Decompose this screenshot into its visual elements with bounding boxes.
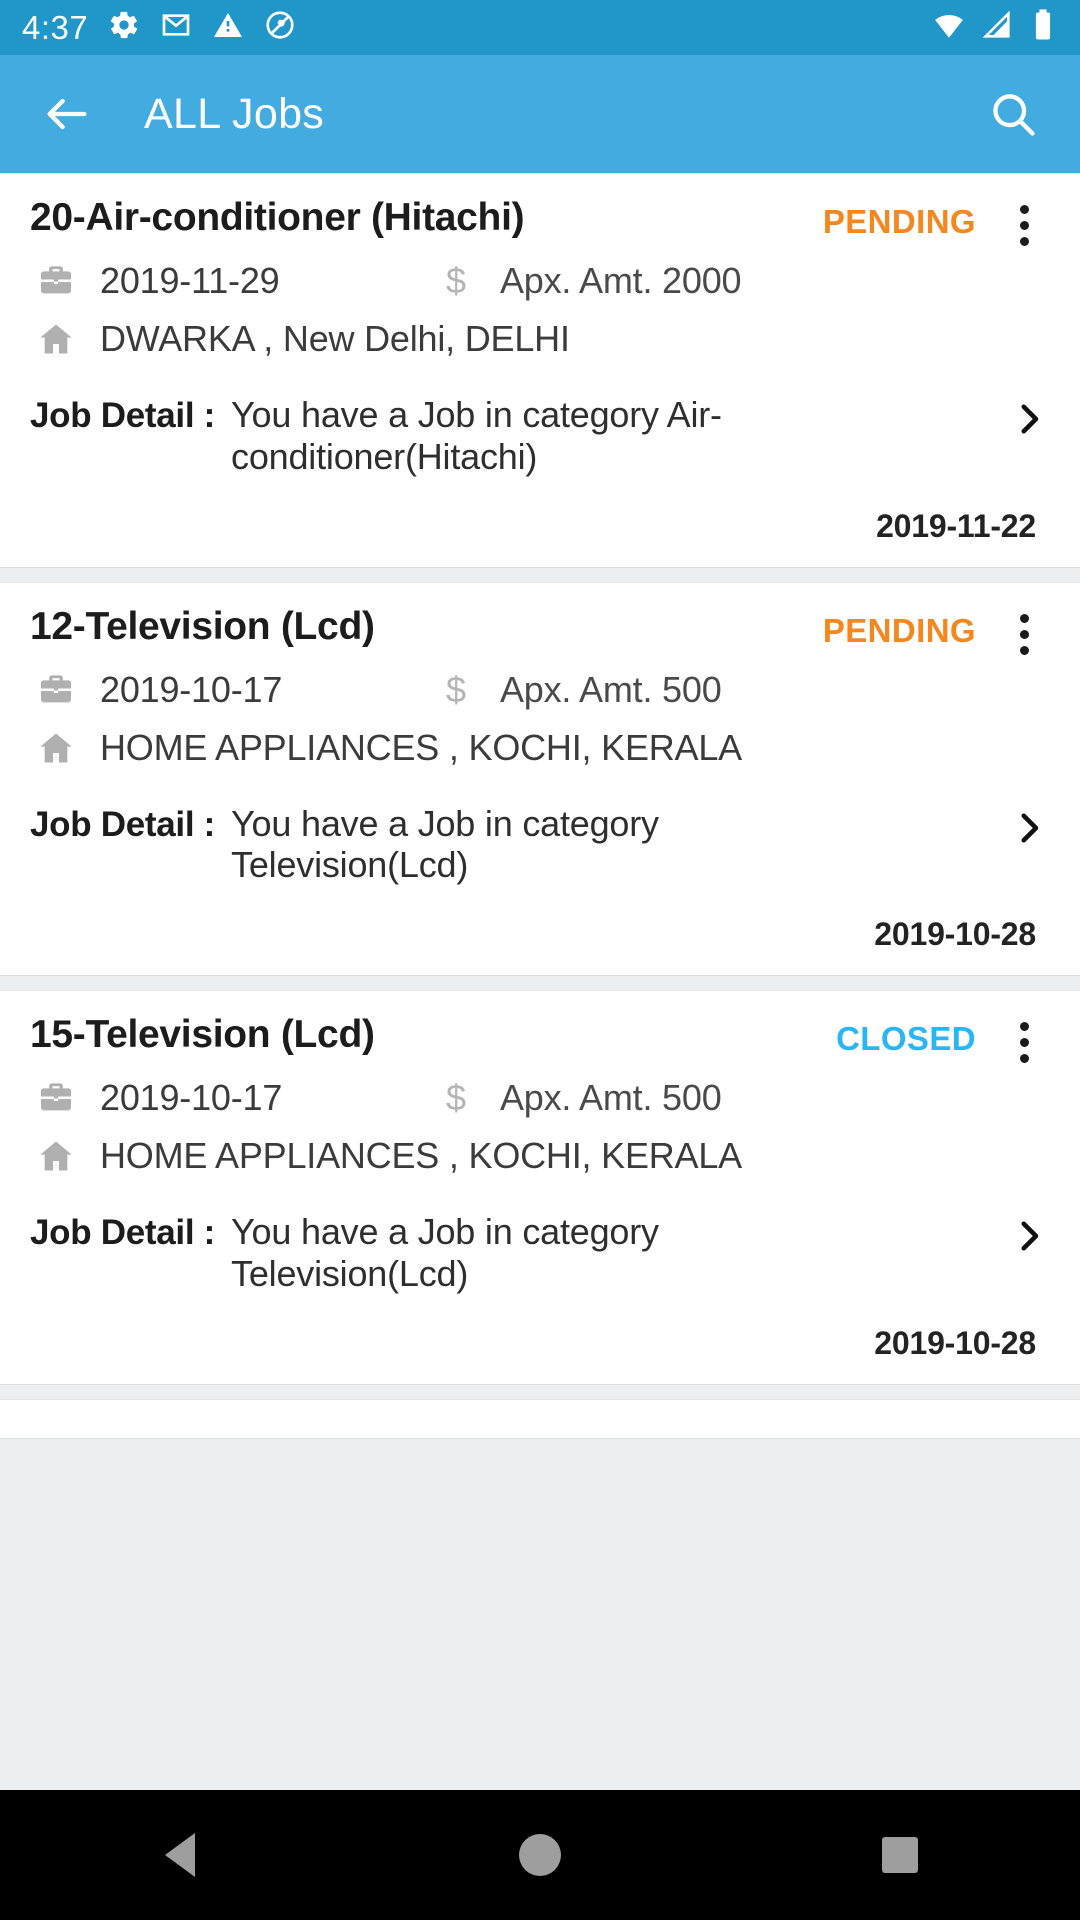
- job-posted-date: 2019-10-28: [874, 916, 1036, 952]
- job-detail-text: You have a Job in category Television(Lc…: [231, 1211, 659, 1294]
- system-navigation-bar: [0, 1790, 1080, 1920]
- dollar-icon: $: [430, 1077, 482, 1119]
- status-bar: 4:37: [0, 0, 1080, 55]
- job-amount-group: $ Apx. Amt. 2000: [430, 260, 742, 302]
- overflow-menu-icon[interactable]: [998, 196, 1050, 246]
- job-posted-date: 2019-11-22: [876, 507, 1036, 544]
- home-icon: [30, 319, 82, 359]
- status-badge: PENDING: [822, 611, 976, 649]
- wifi-icon: [932, 8, 966, 47]
- job-card-header: 12-Television (Lcd) PENDING: [30, 605, 1050, 655]
- job-detail-row[interactable]: Job Detail : You have a Job in category …: [30, 803, 1050, 887]
- job-card-header: 20-Air-conditioner (Hitachi) PENDING: [30, 196, 1050, 246]
- back-arrow-icon[interactable]: [34, 81, 100, 147]
- job-address: HOME APPLIANCES , KOCHI, KERALA: [100, 726, 742, 768]
- job-posted-date: 2019-10-28: [874, 1324, 1036, 1361]
- job-posted-row: 2019-10-28: [30, 916, 1050, 965]
- jobs-scroll-area[interactable]: 20-Air-conditioner (Hitachi) PENDING 201…: [0, 173, 1080, 1790]
- job-meta-row: 2019-11-29 $ Apx. Amt. 2000: [30, 260, 1050, 302]
- svg-text:$: $: [446, 669, 466, 710]
- status-bar-right: [932, 8, 1058, 47]
- job-date: 2019-10-17: [100, 1077, 283, 1118]
- status-badge: CLOSED: [836, 1020, 976, 1057]
- job-title: 20-Air-conditioner (Hitachi): [30, 196, 525, 239]
- battery-icon: [1028, 8, 1058, 47]
- chevron-right-icon[interactable]: [1008, 394, 1050, 445]
- job-amount-group: $ Apx. Amt. 500: [430, 1077, 722, 1119]
- briefcase-icon: [30, 670, 82, 710]
- app-bar: ALL Jobs: [0, 55, 1080, 173]
- job-date-group: 2019-10-17: [30, 1077, 430, 1119]
- gear-icon: [108, 9, 140, 46]
- cellular-signal-icon: [980, 8, 1014, 47]
- page-title: ALL Jobs: [144, 89, 325, 138]
- job-amount: Apx. Amt. 2000: [500, 260, 742, 301]
- job-posted-row: 2019-10-28: [30, 1325, 1050, 1374]
- job-amount: Apx. Amt. 500: [500, 1077, 722, 1118]
- gmail-icon: [160, 9, 192, 46]
- job-amount-group: $ Apx. Amt. 500: [430, 669, 722, 711]
- home-icon: [30, 1136, 82, 1176]
- job-detail-label: Job Detail :: [30, 1213, 216, 1252]
- job-detail-label: Job Detail :: [30, 396, 216, 435]
- overflow-menu-icon[interactable]: [998, 605, 1050, 655]
- status-badge: PENDING: [822, 203, 976, 240]
- job-address-row: HOME APPLIANCES , KOCHI, KERALA: [30, 727, 1050, 769]
- job-address-row: DWARKA , New Delhi, DELHI: [30, 318, 1050, 360]
- job-detail-text: You have a Job in category Television(Lc…: [231, 802, 659, 886]
- dollar-icon: $: [430, 260, 482, 302]
- nav-back-icon[interactable]: [120, 1790, 240, 1920]
- job-card[interactable]: 12-Television (Lcd) PENDING 2019-10-17 $: [0, 581, 1080, 976]
- phone-screen: 4:37 ALL Jobs 20-Air-conditioner (Hitach…: [0, 0, 1080, 1920]
- job-date-group: 2019-10-17: [30, 669, 430, 711]
- search-icon[interactable]: [980, 81, 1046, 147]
- job-meta-row: 2019-10-17 $ Apx. Amt. 500: [30, 669, 1050, 711]
- chevron-right-icon[interactable]: [1008, 803, 1050, 854]
- job-date: 2019-10-17: [100, 668, 283, 710]
- job-detail-label: Job Detail :: [30, 804, 216, 844]
- job-meta-row: 2019-10-17 $ Apx. Amt. 500: [30, 1077, 1050, 1119]
- svg-text:$: $: [446, 260, 466, 301]
- job-card[interactable]: 15-Television (Lcd) CLOSED 2019-10-17 $: [0, 990, 1080, 1385]
- status-bar-left: 4:37: [22, 9, 296, 47]
- do-not-disturb-icon: [264, 9, 296, 46]
- job-detail-text: You have a Job in category Air-condition…: [231, 394, 722, 477]
- svg-text:$: $: [446, 1077, 466, 1118]
- status-clock: 4:37: [22, 8, 89, 46]
- briefcase-icon: [30, 261, 82, 301]
- job-card[interactable]: 20-Air-conditioner (Hitachi) PENDING 201…: [0, 173, 1080, 568]
- job-date-group: 2019-11-29: [30, 260, 430, 302]
- home-icon: [30, 728, 82, 768]
- job-card[interactable]: [0, 1398, 1080, 1439]
- job-posted-row: 2019-11-22: [30, 508, 1050, 557]
- warning-icon: [212, 9, 244, 46]
- job-address: HOME APPLIANCES , KOCHI, KERALA: [100, 1135, 742, 1176]
- chevron-right-icon[interactable]: [1008, 1211, 1050, 1262]
- briefcase-icon: [30, 1078, 82, 1118]
- job-address: DWARKA , New Delhi, DELHI: [100, 318, 570, 359]
- job-title: 15-Television (Lcd): [30, 1013, 375, 1056]
- job-date: 2019-11-29: [100, 260, 280, 301]
- nav-recents-icon[interactable]: [840, 1790, 960, 1920]
- jobs-list: 20-Air-conditioner (Hitachi) PENDING 201…: [0, 173, 1080, 1439]
- job-detail-row[interactable]: Job Detail : You have a Job in category …: [30, 394, 1050, 478]
- dollar-icon: $: [430, 669, 482, 711]
- job-address-row: HOME APPLIANCES , KOCHI, KERALA: [30, 1135, 1050, 1177]
- nav-home-icon[interactable]: [480, 1790, 600, 1920]
- overflow-menu-icon[interactable]: [998, 1013, 1050, 1063]
- job-title: 12-Television (Lcd): [30, 604, 375, 648]
- job-amount: Apx. Amt. 500: [500, 668, 722, 710]
- job-card-header: 15-Television (Lcd) CLOSED: [30, 1013, 1050, 1063]
- job-detail-row[interactable]: Job Detail : You have a Job in category …: [30, 1211, 1050, 1295]
